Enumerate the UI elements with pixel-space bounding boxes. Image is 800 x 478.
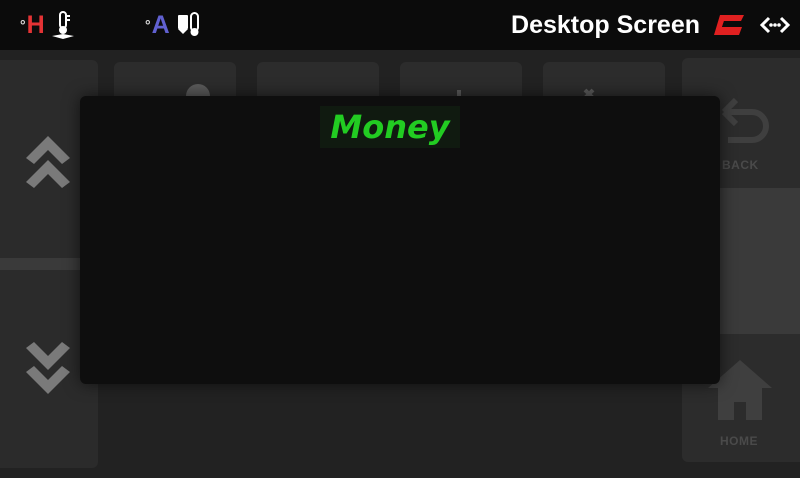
degree-symbol: ° [145, 17, 151, 33]
brand-logo-icon [714, 15, 744, 35]
connection-arrows-icon[interactable] [760, 13, 790, 37]
back-button[interactable]: BACK [720, 96, 780, 188]
hotend-thermometer-icon [51, 11, 74, 39]
back-label: BACK [722, 158, 759, 172]
scroll-up-button[interactable] [18, 128, 78, 198]
back-arrow-icon [721, 97, 769, 143]
hotend-temp-indicator[interactable]: ° H [20, 10, 77, 40]
degree-symbol: ° [20, 17, 26, 33]
screen-title: Desktop Screen [511, 10, 700, 39]
money-popup: Money [80, 96, 720, 384]
popup-title: Money [320, 106, 460, 148]
ambient-letter: A [151, 10, 170, 39]
scroll-divider [0, 258, 80, 270]
double-chevron-down-icon [26, 342, 70, 394]
navigation-divider [720, 188, 800, 334]
hotend-letter: H [26, 10, 45, 39]
double-chevron-up-icon [26, 136, 70, 188]
scroll-down-button[interactable] [18, 338, 78, 408]
title-area: Desktop Screen [511, 0, 790, 50]
ambient-thermometer-icon [177, 12, 199, 36]
home-label: HOME [720, 434, 758, 448]
ambient-temp-indicator[interactable]: ° A [145, 10, 205, 40]
top-status-bar: ° H ° A Desktop Screen [0, 0, 800, 50]
